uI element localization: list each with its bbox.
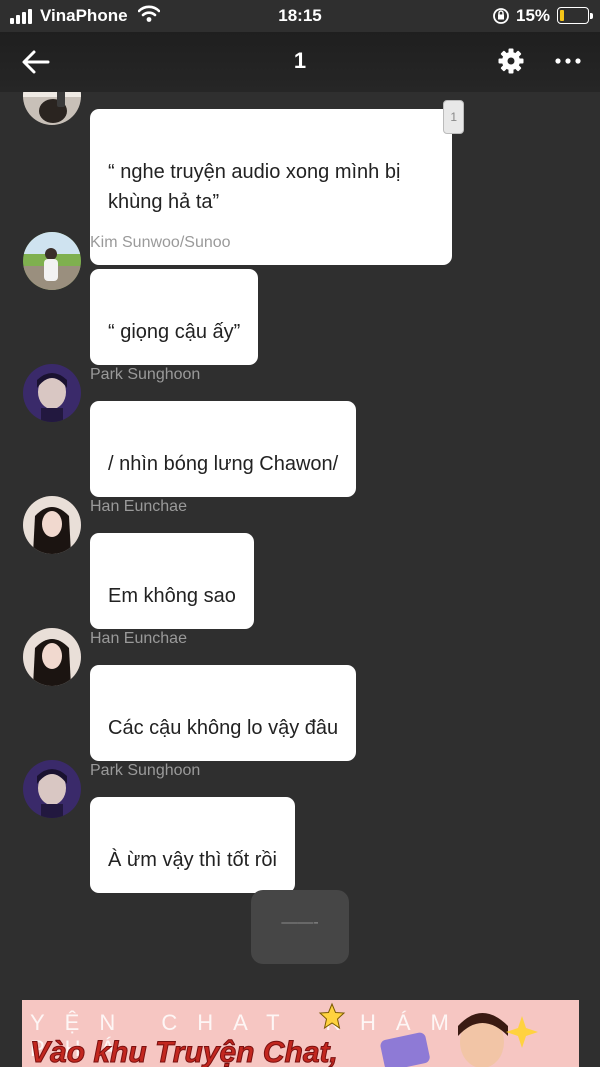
settings-button[interactable]: [496, 46, 526, 76]
banner-main-text: Vào khu Truyện Chat,: [30, 1036, 339, 1067]
avatar[interactable]: [23, 364, 81, 422]
avatar-image: [23, 92, 81, 125]
avatar-image: [23, 628, 81, 686]
message-text: Em không sao: [108, 585, 236, 607]
more-horizontal-icon: [555, 58, 581, 64]
sender-name: Park Sunghoon: [90, 762, 201, 779]
chat-header: 1: [0, 32, 600, 92]
sender-name: Han Eunchae: [90, 498, 187, 515]
more-button[interactable]: [550, 46, 586, 76]
arrow-left-icon: [22, 50, 50, 74]
avatar[interactable]: [23, 496, 81, 554]
battery-icon: [557, 7, 593, 24]
gear-icon: [498, 48, 524, 74]
avatar[interactable]: [23, 760, 81, 818]
message-bubble[interactable]: Em không sao: [90, 533, 254, 629]
sender-name: Han Eunchae: [90, 630, 187, 647]
message-text: À ừm vậy thì tốt rồi: [108, 849, 277, 871]
message-text: / nhìn bóng lưng Chawon/: [108, 453, 339, 475]
message-text: “ nghe truyện audio xong mình bị khùng h…: [108, 161, 401, 213]
clock: 18:15: [278, 6, 322, 25]
status-bar: VinaPhone 18:15 15%: [0, 0, 600, 32]
back-button[interactable]: [18, 44, 54, 80]
avatar[interactable]: [23, 92, 81, 125]
avatar-image: [23, 760, 81, 818]
promo-banner[interactable]: YỆN CHAT KHÁM PHÁ Vào khu Truyện Chat,: [22, 1000, 579, 1067]
banner-illustration: [380, 1013, 538, 1067]
message-bubble[interactable]: / nhìn bóng lưng Chawon/: [90, 401, 357, 497]
sender-name: Park Sunghoon: [90, 366, 201, 383]
avatar-image: [23, 496, 81, 554]
avatar[interactable]: [23, 628, 81, 686]
message-bubble[interactable]: Các cậu không lo vậy đâu: [90, 665, 357, 761]
reply-count-badge[interactable]: 1: [443, 100, 464, 134]
avatar-image: [23, 232, 81, 290]
chat-messages[interactable]: “ nghe truyện audio xong mình bị khùng h…: [0, 92, 600, 1000]
orientation-lock-icon: [493, 8, 509, 24]
avatar[interactable]: [23, 232, 81, 290]
typing-indicator[interactable]: ——-: [251, 890, 349, 964]
message-text: Các cậu không lo vậy đâu: [108, 717, 339, 739]
typing-indicator-text: ——-: [281, 914, 319, 931]
message-text: “ giọng cậu ấy”: [108, 321, 241, 343]
message-bubble[interactable]: À ừm vậy thì tốt rồi: [90, 797, 295, 893]
sender-name: Kim Sunwoo/Sunoo: [90, 234, 231, 251]
battery-level: [560, 10, 564, 21]
avatar-image: [23, 364, 81, 422]
message-bubble[interactable]: “ giọng cậu ấy”: [90, 269, 259, 365]
battery-percent: 15%: [516, 6, 551, 25]
star-icon: [318, 1002, 346, 1030]
